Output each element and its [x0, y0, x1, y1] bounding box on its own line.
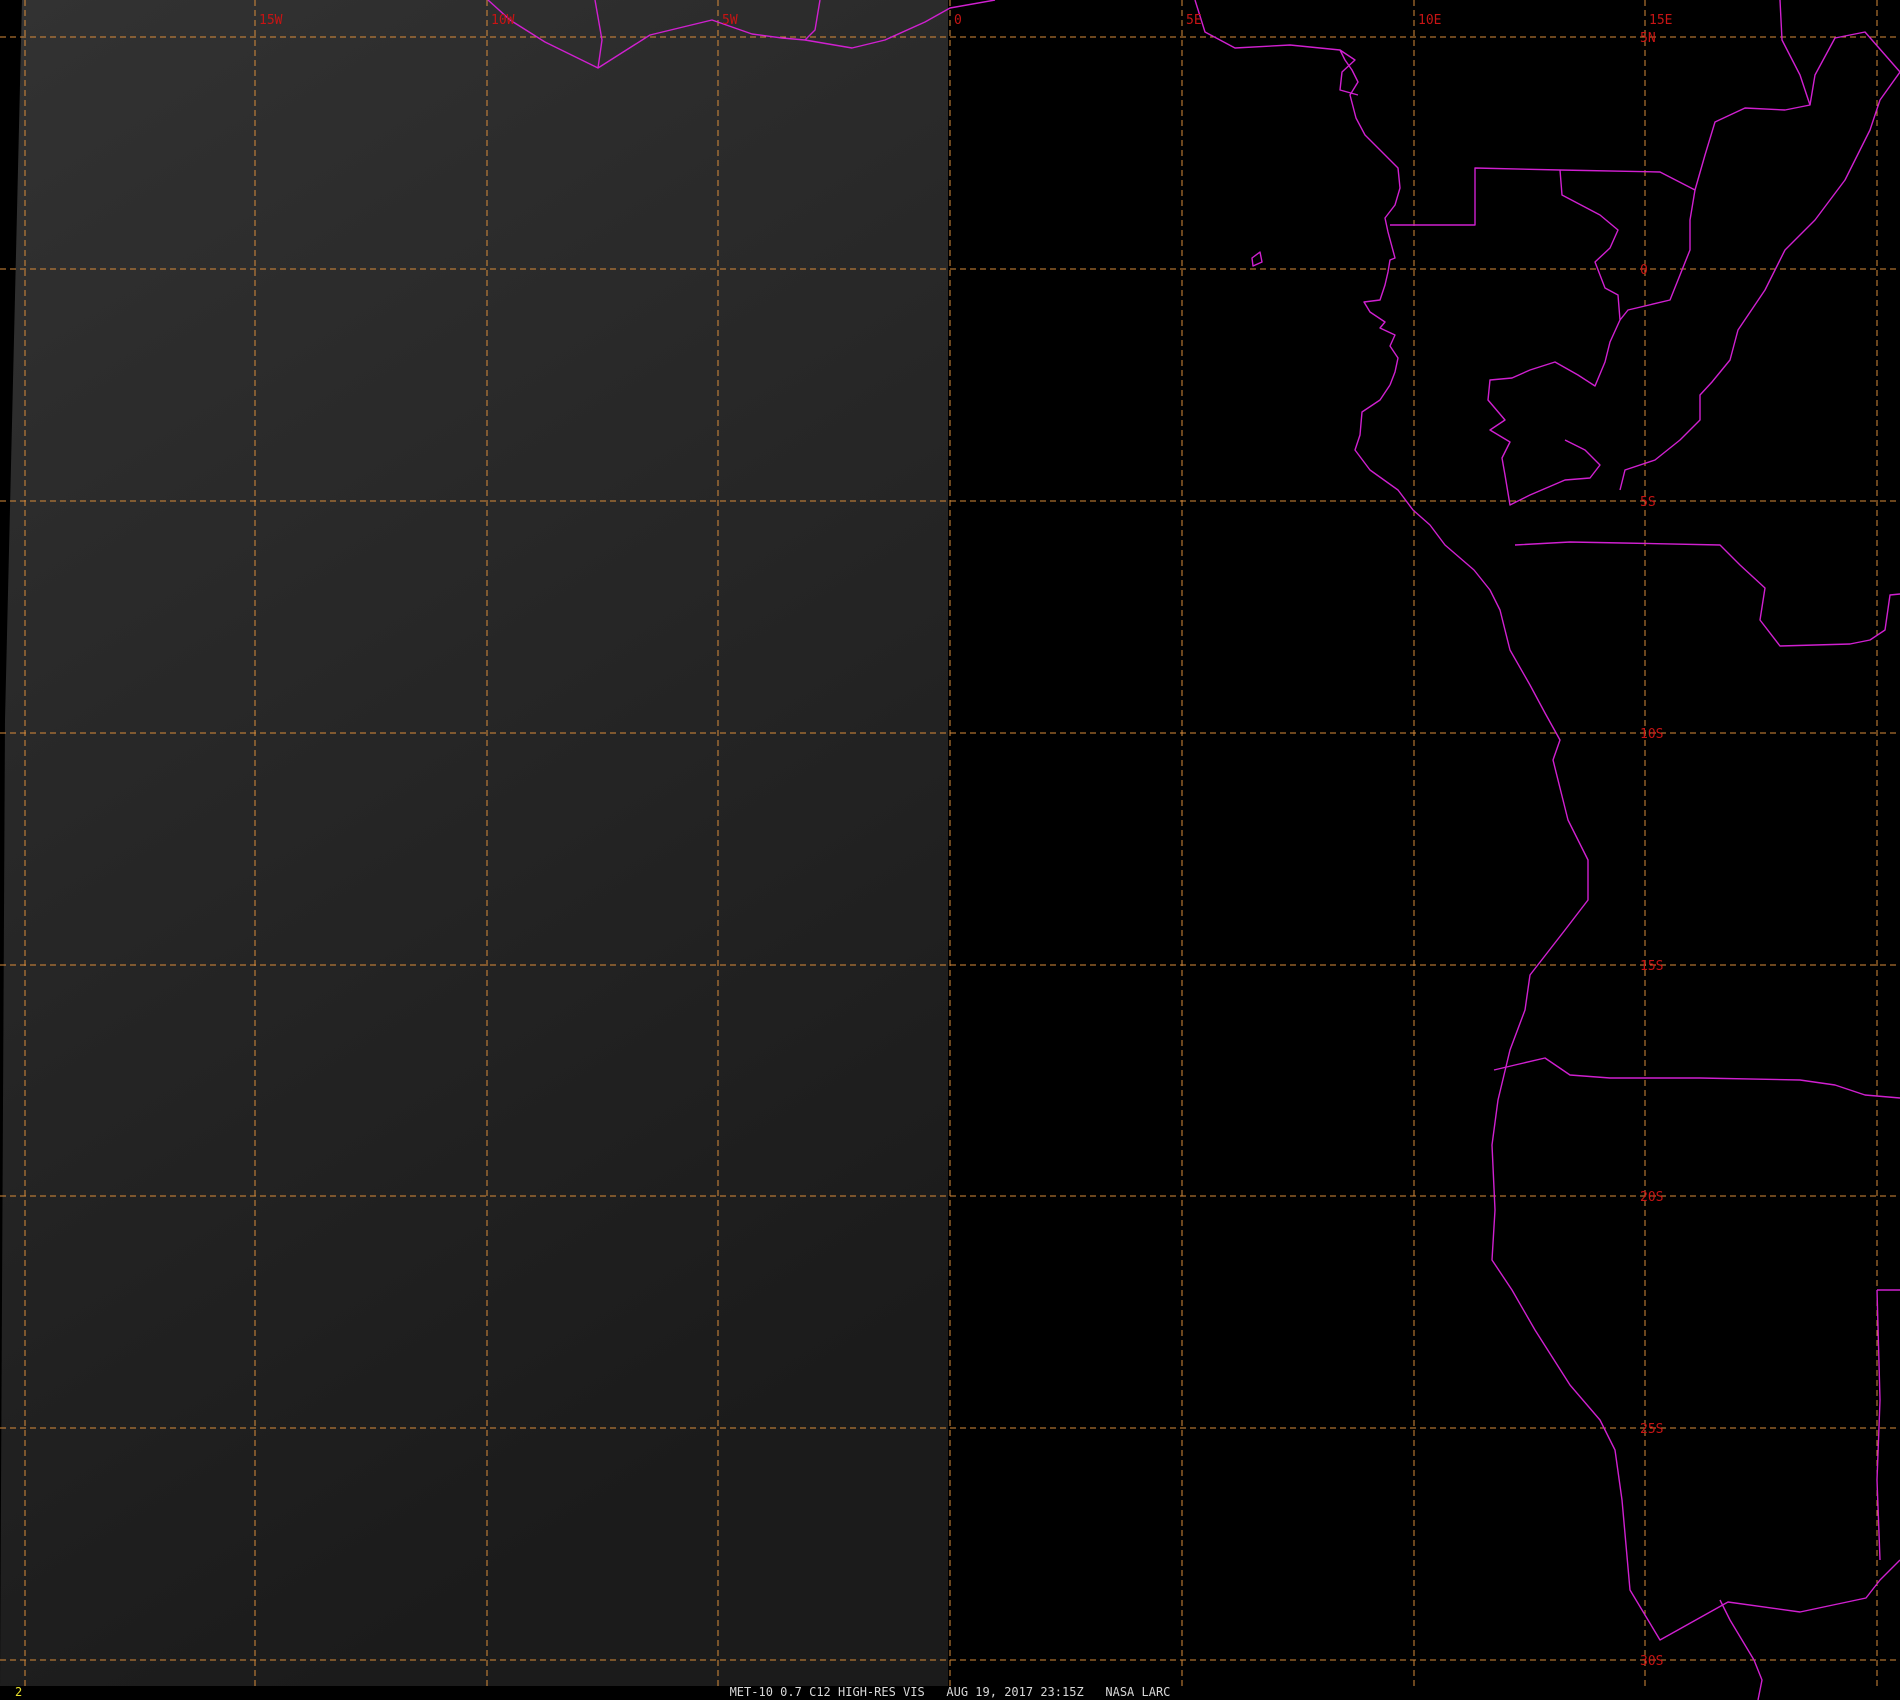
border-interior-1	[1487, 169, 1621, 506]
image-caption: MET-10 0.7 C12 HIGH-RES VIS AUG 19, 2017…	[0, 1686, 1900, 1698]
caption-datetime: AUG 19, 2017 23:15Z	[946, 1685, 1084, 1699]
caption-product: HIGH-RES VIS	[838, 1685, 925, 1699]
satellite-map: 15W 10W 5W 0 5E 10E 15E 5N 0 5S 10S 15S 20S 25S 30S	[0, 0, 1900, 1700]
caption-satellite: MET-10	[729, 1685, 773, 1699]
border-south	[1876, 1289, 1900, 1561]
coastline-west-central-africa	[1354, 384, 1900, 1641]
border-interior-4	[1619, 71, 1900, 491]
longitude-label: 5W	[722, 13, 738, 28]
coast-south-tip	[1719, 1599, 1763, 1700]
caption-band: C12	[809, 1685, 831, 1699]
latitude-label: 30S	[1640, 1654, 1663, 1669]
border-southwest	[1493, 1057, 1900, 1099]
latitude-label: 5N	[1640, 31, 1656, 46]
latitude-label: 15S	[1640, 959, 1663, 974]
latitude-label: 5S	[1640, 495, 1656, 510]
longitude-label: 5E	[1186, 13, 1202, 28]
latitude-label: 10S	[1640, 727, 1663, 742]
latitude-label: 0	[1640, 263, 1648, 278]
latitude-label: 20S	[1640, 1190, 1663, 1205]
shaded-region	[0, 0, 948, 1686]
border-interior-2	[1779, 0, 1811, 106]
longitude-label: 10W	[491, 13, 515, 28]
longitude-label: 15W	[259, 13, 283, 28]
island	[1251, 251, 1263, 267]
caption-source: NASA LARC	[1105, 1685, 1171, 1699]
border-south-central	[1514, 541, 1900, 647]
longitude-label: 15E	[1649, 13, 1672, 28]
longitude-label: 0	[954, 13, 962, 28]
coastline-central-west-africa	[1194, 0, 1401, 386]
longitude-label: 10E	[1418, 13, 1441, 28]
border-interior-3	[1619, 189, 1696, 321]
latitude-label: 25S	[1640, 1422, 1663, 1437]
caption-channel: 0.7	[780, 1685, 802, 1699]
latitude-labels: 5N 0 5S 10S 15S 20S 25S 30S	[1640, 31, 1663, 1669]
